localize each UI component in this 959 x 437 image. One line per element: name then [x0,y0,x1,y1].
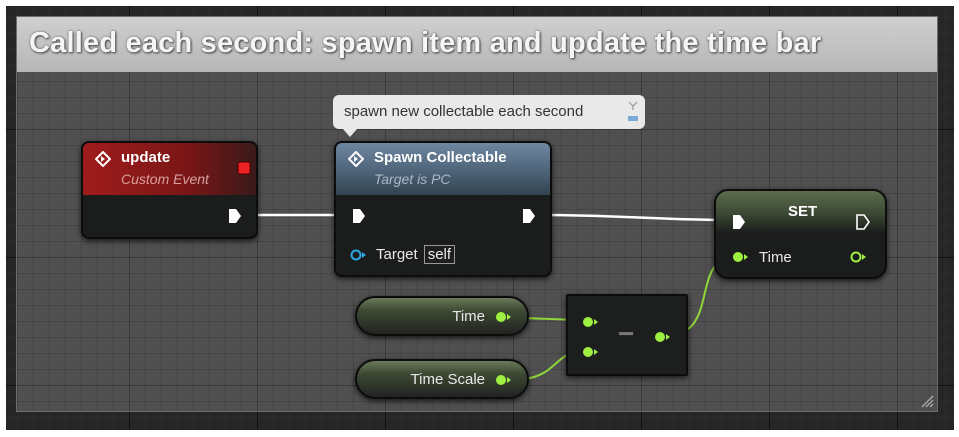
set-time-node[interactable]: SET Time [714,189,887,279]
time-scale-variable-node[interactable]: Time Scale [355,359,529,399]
subtract-output-pin[interactable] [654,331,672,343]
subtract-operator-label: − [618,318,635,349]
variable-label: Time [452,308,485,325]
time-scale-output-pin[interactable] [495,374,513,386]
exec-in-pin[interactable] [352,208,366,224]
time-output-pin[interactable] [495,311,513,323]
node-subtitle: Target is PC [374,171,451,187]
subtract-input-a-pin[interactable] [582,316,600,328]
target-pin-label: Target self [376,245,456,264]
subtract-node[interactable]: − [566,294,688,376]
node-comment-tooltip: spawn new collectable each second [333,95,645,137]
function-diamond-icon [348,151,364,167]
delegate-pin-icon[interactable] [237,161,251,175]
set-node-title: SET [788,203,818,220]
variable-label: Time Scale [410,371,485,388]
target-object-pin[interactable] [350,249,368,261]
spawn-collectable-node[interactable]: Spawn Collectable Target is PC Target sel… [334,141,552,277]
pin-comment-icon[interactable] [626,98,640,124]
exec-out-pin[interactable] [228,208,242,224]
exec-in-pin[interactable] [732,214,746,230]
node-subtitle: Custom Event [121,171,209,187]
time-input-pin[interactable] [732,251,750,263]
time-pin-label: Time [759,249,792,266]
node-title: update [121,149,171,166]
node-title: Spawn Collectable [374,149,507,166]
target-value-field[interactable]: self [423,245,456,264]
update-event-node[interactable]: update Custom Event [81,141,258,239]
exec-out-pin[interactable] [522,208,536,224]
time-output-pin[interactable] [850,251,868,263]
time-variable-node[interactable]: Time [355,296,529,336]
exec-out-pin[interactable] [856,214,870,230]
tooltip-text: spawn new collectable each second [344,103,584,120]
event-diamond-icon [95,151,111,167]
exec-wire-spawn-to-set [539,213,731,222]
subtract-input-b-pin[interactable] [582,346,600,358]
